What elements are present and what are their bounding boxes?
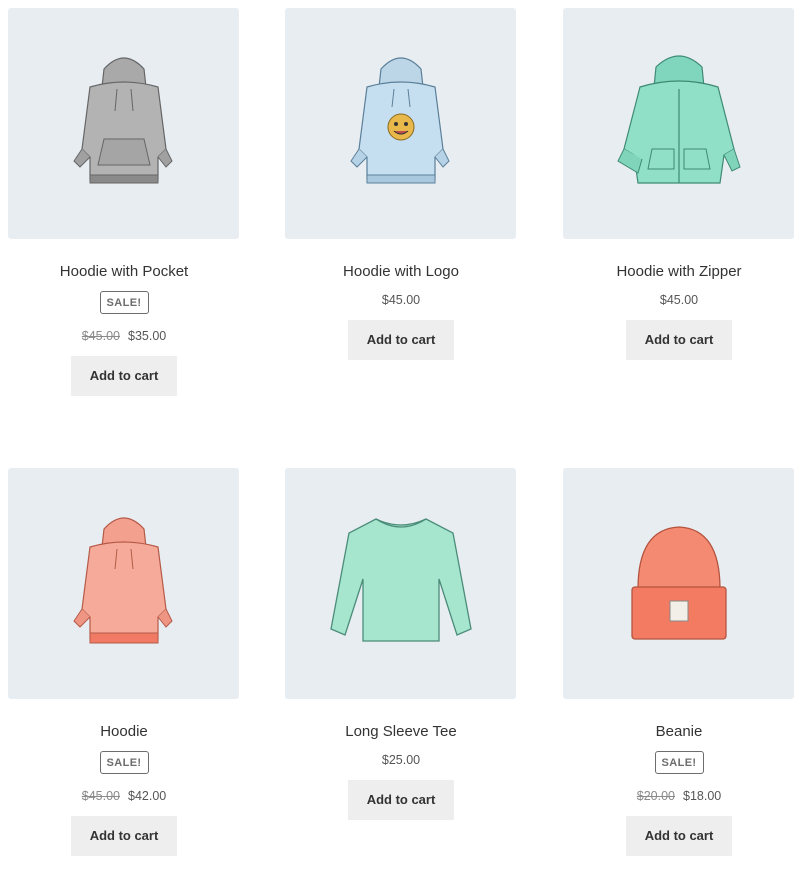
product-card: Long Sleeve Tee $25.00 Add to cart [285,468,517,820]
sale-row: SALE! [8,751,240,776]
regular-price: $45.00 [381,293,421,307]
product-title[interactable]: Beanie [563,722,795,742]
add-to-cart-button[interactable]: Add to cart [71,356,177,396]
add-to-cart-button[interactable]: Add to cart [626,320,732,360]
product-image-link[interactable] [8,8,239,239]
sale-price: $18.00 [683,789,722,803]
pink-hoodie-icon [72,516,173,643]
product-card: Hoodie with Zipper $45.00 Add to cart [563,8,795,360]
product-title[interactable]: Hoodie with Zipper [563,262,795,282]
price: $25.00 [285,752,517,768]
sale-row: SALE! [563,751,795,776]
price: $45.00 $35.00 [8,328,240,344]
price: $45.00 [563,292,795,308]
regular-price: $45.00 [659,293,699,307]
old-price: $20.00 [636,789,675,803]
product-image-link[interactable] [563,468,794,699]
product-image-link[interactable] [285,8,516,239]
product-title[interactable]: Hoodie [8,722,240,742]
product-title[interactable]: Long Sleeve Tee [285,722,517,742]
old-price: $45.00 [81,329,120,343]
gray-hoodie-icon [72,56,173,183]
sale-row: SALE! [8,291,240,316]
product-card: Hoodie with Pocket SALE! $45.00 $35.00 Ad… [8,8,240,396]
price: $45.00 $42.00 [8,788,240,804]
blue-hoodie-logo-icon [349,56,450,183]
product-card: Beanie SALE! $20.00 $18.00 Add to cart [563,468,795,856]
add-to-cart-button[interactable]: Add to cart [71,816,177,856]
mint-long-sleeve-tee-icon [329,517,472,642]
product-title[interactable]: Hoodie with Pocket [8,262,240,282]
sale-badge: SALE! [99,751,149,774]
sale-badge: SALE! [99,291,149,314]
price: $20.00 $18.00 [563,788,795,804]
product-image-link[interactable] [563,8,794,239]
price: $45.00 [285,292,517,308]
add-to-cart-button[interactable]: Add to cart [348,780,454,820]
add-to-cart-button[interactable]: Add to cart [626,816,732,856]
coral-beanie-icon [630,525,727,640]
sale-price: $42.00 [128,789,167,803]
regular-price: $25.00 [381,753,421,767]
old-price: $45.00 [81,789,120,803]
product-image-link[interactable] [8,468,239,699]
product-image-link[interactable] [285,468,516,699]
sale-price: $35.00 [128,329,167,343]
product-card: Hoodie with Logo $45.00 Add to cart [285,8,517,360]
add-to-cart-button[interactable]: Add to cart [348,320,454,360]
product-card: Hoodie SALE! $45.00 $42.00 Add to cart [8,468,240,856]
product-title[interactable]: Hoodie with Logo [285,262,517,282]
mint-zip-hoodie-icon [616,54,741,184]
product-grid: Hoodie with Pocket SALE! $45.00 $35.00 Ad… [0,0,804,878]
sale-badge: SALE! [654,751,704,774]
